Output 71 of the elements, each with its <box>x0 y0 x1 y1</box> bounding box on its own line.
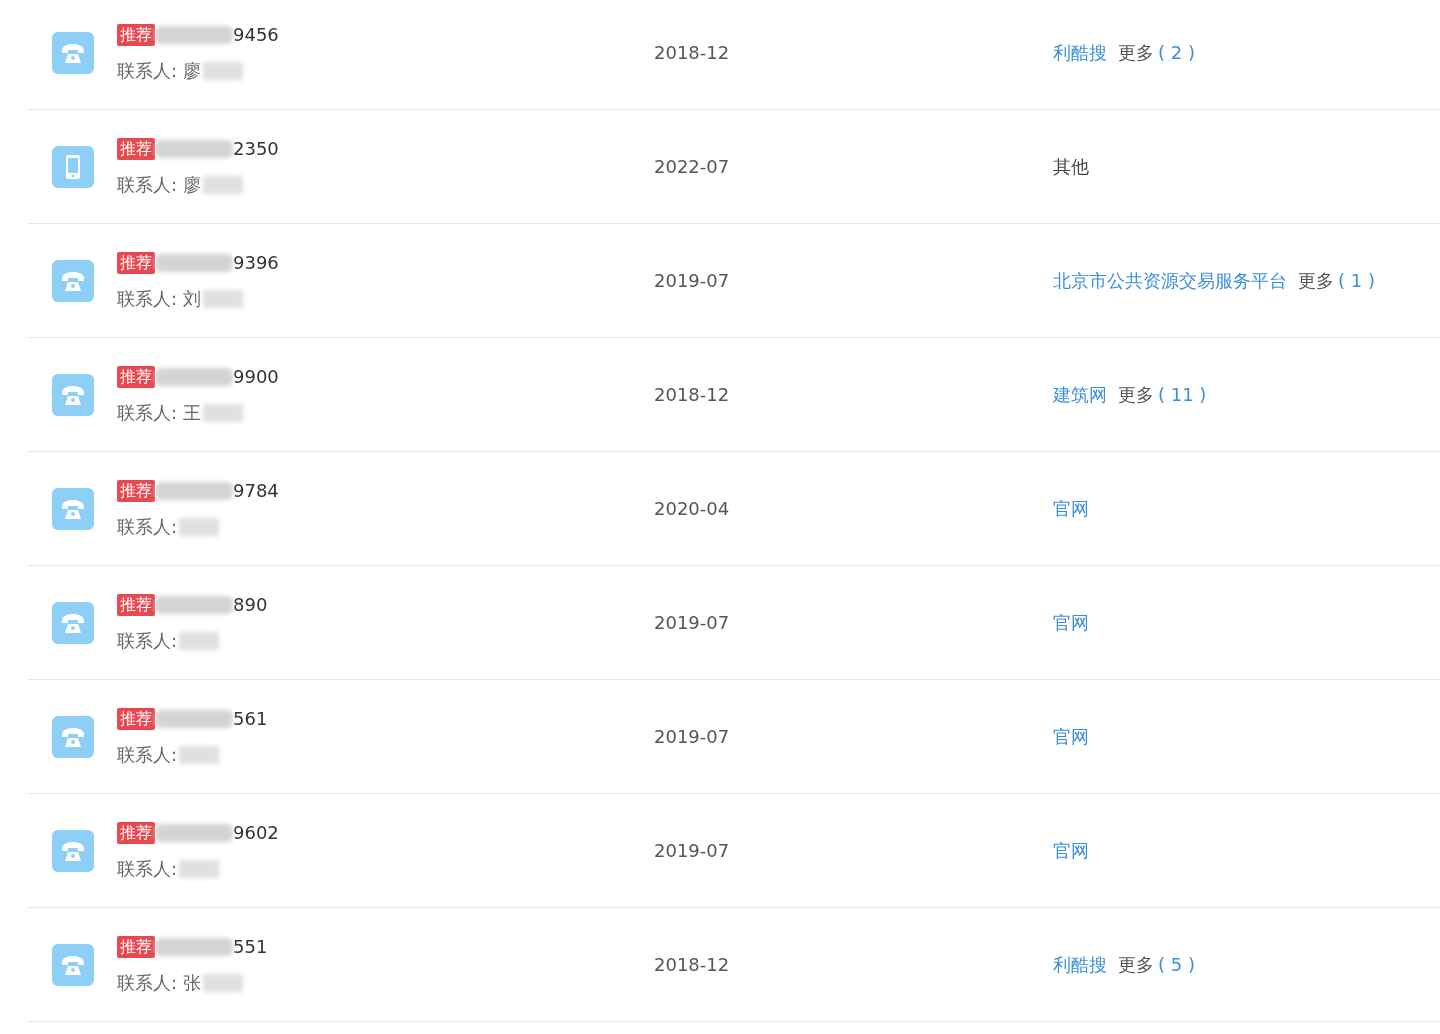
more-count-link[interactable]: ( 2 ) <box>1158 39 1195 66</box>
source-link[interactable]: 官网 <box>1053 609 1089 636</box>
telephone-icon <box>52 715 94 758</box>
blurred-patch <box>202 289 243 308</box>
telephone-icon <box>52 373 94 416</box>
recommend-tag: 推荐 <box>117 707 155 730</box>
telephone-icon <box>52 943 94 986</box>
telephone-icon <box>52 829 94 872</box>
more-label: 更多 <box>1118 41 1154 65</box>
date: 2019-07 <box>654 726 730 747</box>
phone-number: 9396 <box>233 250 279 275</box>
date: 2018-12 <box>654 384 730 405</box>
contact-person: 联系人: <box>117 514 178 539</box>
phone-number: 551 <box>233 934 268 959</box>
phone-number: 9602 <box>233 820 279 845</box>
mobile-phone-icon <box>52 145 94 188</box>
date: 2018-12 <box>654 42 730 63</box>
phone-number: 2350 <box>233 136 279 161</box>
phone-number: 561 <box>233 706 268 731</box>
date: 2019-07 <box>654 270 730 291</box>
telephone-icon <box>52 259 94 302</box>
contact-person: 联系人: 廖 <box>117 58 201 83</box>
more-label: 更多 <box>1118 953 1154 977</box>
contact-person: 联系人: 张 <box>117 970 201 995</box>
more-count-link[interactable]: ( 5 ) <box>1158 951 1195 978</box>
contact-person: 联系人: <box>117 742 178 767</box>
source-link[interactable]: 利酷搜 <box>1053 39 1107 66</box>
date: 2019-07 <box>654 840 730 861</box>
blurred-patch <box>202 61 243 80</box>
phone-number: 9900 <box>233 364 279 389</box>
more-count-link[interactable]: ( 1 ) <box>1338 267 1375 294</box>
blurred-patch <box>202 403 243 422</box>
telephone-icon <box>52 601 94 644</box>
source-link[interactable]: 官网 <box>1053 723 1089 750</box>
telephone-icon <box>52 31 94 74</box>
contact-person: 联系人: 王 <box>117 400 201 425</box>
source-link[interactable]: 北京市公共资源交易服务平台 <box>1053 267 1287 294</box>
more-count-link[interactable]: ( 11 ) <box>1158 381 1207 408</box>
contact-person: 联系人: 刘 <box>117 286 201 311</box>
phone-number: 890 <box>233 592 268 617</box>
more-label: 更多 <box>1118 383 1154 407</box>
blurred-patch <box>179 517 220 536</box>
blurred-patch <box>202 973 243 992</box>
recommend-tag: 推荐 <box>117 479 155 502</box>
contact-person: 联系人: <box>117 628 178 653</box>
recommend-tag: 推荐 <box>117 137 155 160</box>
date: 2020-04 <box>654 498 730 519</box>
recommend-tag: 推荐 <box>117 821 155 844</box>
date: 2019-07 <box>654 612 730 633</box>
blurred-patch <box>179 631 220 650</box>
telephone-icon <box>52 487 94 530</box>
recommend-tag: 推荐 <box>117 23 155 46</box>
blurred-patch <box>179 745 220 764</box>
recommend-tag: 推荐 <box>117 251 155 274</box>
source-text: 其他 <box>1053 155 1089 179</box>
contact-person: 联系人: 廖 <box>117 172 201 197</box>
date: 2018-12 <box>654 954 730 975</box>
source-link[interactable]: 官网 <box>1053 495 1089 522</box>
source-link[interactable]: 建筑网 <box>1053 381 1107 408</box>
date: 2022-07 <box>654 156 730 177</box>
phone-number: 9784 <box>233 478 279 503</box>
recommend-tag: 推荐 <box>117 593 155 616</box>
blurred-patch <box>179 859 220 878</box>
phone-number: 9456 <box>233 22 279 47</box>
source-link[interactable]: 官网 <box>1053 837 1089 864</box>
source-link[interactable]: 利酷搜 <box>1053 951 1107 978</box>
recommend-tag: 推荐 <box>117 935 155 958</box>
more-label: 更多 <box>1298 269 1334 293</box>
blurred-patch <box>202 175 243 194</box>
recommend-tag: 推荐 <box>117 365 155 388</box>
contact-person: 联系人: <box>117 856 178 881</box>
